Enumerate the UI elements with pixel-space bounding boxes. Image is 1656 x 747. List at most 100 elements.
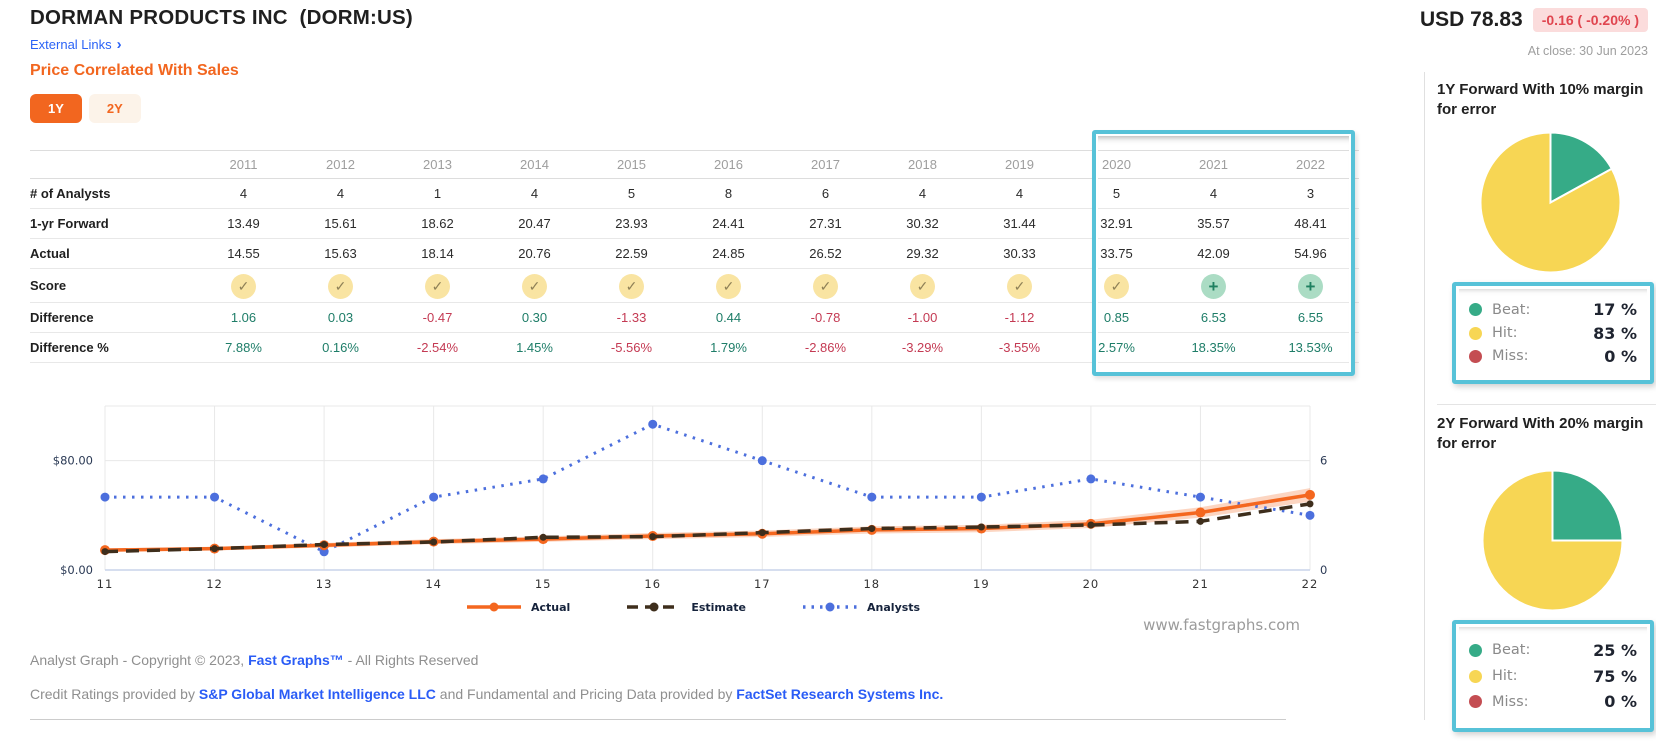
fastgraphs-analyst-page: DORMAN PRODUCTS INC (DORM:US) External L…: [0, 0, 1656, 747]
external-links-link[interactable]: External Links ›: [30, 37, 122, 52]
series-line-estimate: [104, 502, 1311, 554]
score-cell: ✓: [777, 269, 874, 303]
table-cell: 26.52: [777, 239, 874, 269]
legend-value: 0 %: [1604, 692, 1637, 712]
table-cell: 18.62: [389, 209, 486, 239]
table-cell: 0.44: [680, 303, 777, 333]
series-marker-analysts: [1305, 510, 1315, 520]
table-cell: 1.06: [195, 303, 292, 333]
series-marker-estimate: [1306, 500, 1314, 508]
legend-item-analysts: Analysts: [801, 600, 920, 614]
legend-item-estimate: Estimate: [625, 600, 746, 614]
legend-value: 17 %: [1593, 300, 1637, 320]
y-axis-tick-right: 6: [1320, 454, 1327, 468]
table-cell: 48.41: [1262, 209, 1359, 239]
table-cell: 5: [1068, 179, 1165, 209]
table-cell: -2.86%: [777, 333, 874, 363]
table-cell: -2.54%: [389, 333, 486, 363]
y-axis-tick-left: $0.00: [60, 563, 93, 577]
year-header: 2018: [874, 151, 971, 179]
table-cell: 1.45%: [486, 333, 583, 363]
table-cell: 4: [1165, 179, 1262, 209]
x-axis-tick: 20: [1083, 577, 1100, 591]
legend-value: 75 %: [1593, 666, 1637, 686]
score-cell: ✓: [195, 269, 292, 303]
factset-link[interactable]: FactSet Research Systems Inc.: [736, 686, 943, 702]
range-button-1y[interactable]: 1Y: [30, 94, 82, 123]
pie-legend-row: Miss: 0 %: [1469, 692, 1637, 711]
bottom-divider: [30, 719, 1286, 720]
table-cell: 4: [486, 179, 583, 209]
x-axis-tick: 12: [206, 577, 223, 591]
fastgraphs-link[interactable]: Fast Graphs™: [248, 652, 344, 668]
pie-legend-row: Hit: 83 %: [1469, 324, 1637, 343]
watermark-url: www.fastgraphs.com: [1143, 616, 1300, 634]
table-cell: 0.85: [1068, 303, 1165, 333]
legend-dot-icon: [1469, 669, 1482, 683]
table-corner-cell: [30, 151, 195, 179]
score-check-icon: ✓: [231, 274, 256, 300]
table-cell: 6: [777, 179, 874, 209]
table-cell: 4: [292, 179, 389, 209]
legend-label: Hit:: [1492, 668, 1518, 684]
table-cell: 6.55: [1262, 303, 1359, 333]
table-cell: 4: [971, 179, 1068, 209]
score-cell: ✓: [680, 269, 777, 303]
pie-legend-2y: Beat: 25 % Hit: 75 % Miss: 0 %: [1452, 620, 1654, 732]
score-check-icon: ✓: [328, 274, 353, 300]
table-cell: -1.00: [874, 303, 971, 333]
sidebar-divider: [1424, 72, 1425, 720]
table-cell: -0.47: [389, 303, 486, 333]
row-label: # of Analysts: [30, 179, 195, 209]
legend-value: 83 %: [1593, 323, 1637, 343]
legend-dot-icon: [1469, 695, 1482, 709]
year-header: 2012: [292, 151, 389, 179]
legend-label: Miss:: [1492, 348, 1529, 365]
table-cell: 1.79%: [680, 333, 777, 363]
table-cell: -1.33: [583, 303, 680, 333]
range-toggle: 1Y 2Y: [30, 94, 141, 123]
legend-swatch: [627, 602, 682, 612]
year-header: 2019: [971, 151, 1068, 179]
legend-swatch: [803, 602, 858, 612]
table-cell: 6.53: [1165, 303, 1262, 333]
series-marker-estimate: [977, 523, 985, 531]
series-marker-analysts: [429, 492, 439, 502]
legend-item-actual: Actual: [465, 600, 570, 614]
year-header: 2021: [1165, 151, 1262, 179]
series-marker-estimate: [1087, 521, 1095, 529]
legend-dot-icon: [1469, 349, 1482, 363]
section-subtitle: Price Correlated With Sales: [30, 62, 239, 79]
sp-global-link[interactable]: S&P Global Market Intelligence LLC: [199, 686, 436, 702]
table-cell: 14.55: [195, 239, 292, 269]
score-check-icon: ✓: [522, 274, 547, 300]
table-cell: 15.63: [292, 239, 389, 269]
pie-legend-row: Miss: 0 %: [1469, 347, 1637, 366]
year-header: 2015: [583, 151, 680, 179]
price-value: USD 78.83: [1420, 8, 1523, 31]
table-cell: 13.49: [195, 209, 292, 239]
table-cell: 5: [583, 179, 680, 209]
table-cell: 54.96: [1262, 239, 1359, 269]
score-cell: ✓: [389, 269, 486, 303]
table-cell: -3.55%: [971, 333, 1068, 363]
legend-dot-icon: [1469, 303, 1482, 317]
x-axis-tick: 17: [754, 577, 771, 591]
legend-label: Analysts: [867, 600, 921, 614]
series-marker-estimate: [430, 538, 438, 546]
at-close-timestamp: At close: 30 Jun 2023: [1527, 44, 1648, 58]
y-axis-tick-left: $80.00: [53, 454, 93, 468]
external-links-label: External Links: [30, 37, 112, 52]
score-check-icon: ✓: [1007, 274, 1032, 300]
table-cell: 22.59: [583, 239, 680, 269]
table-cell: -5.56%: [583, 333, 680, 363]
table-cell: 42.09: [1165, 239, 1262, 269]
series-marker-estimate: [320, 541, 328, 549]
table-cell: 24.41: [680, 209, 777, 239]
table-cell: 4: [874, 179, 971, 209]
year-header: 2011: [195, 151, 292, 179]
rights-text: - All Rights Reserved: [343, 652, 479, 668]
range-button-2y[interactable]: 2Y: [88, 94, 141, 123]
score-cell: ✓: [874, 269, 971, 303]
table-cell: 4: [195, 179, 292, 209]
